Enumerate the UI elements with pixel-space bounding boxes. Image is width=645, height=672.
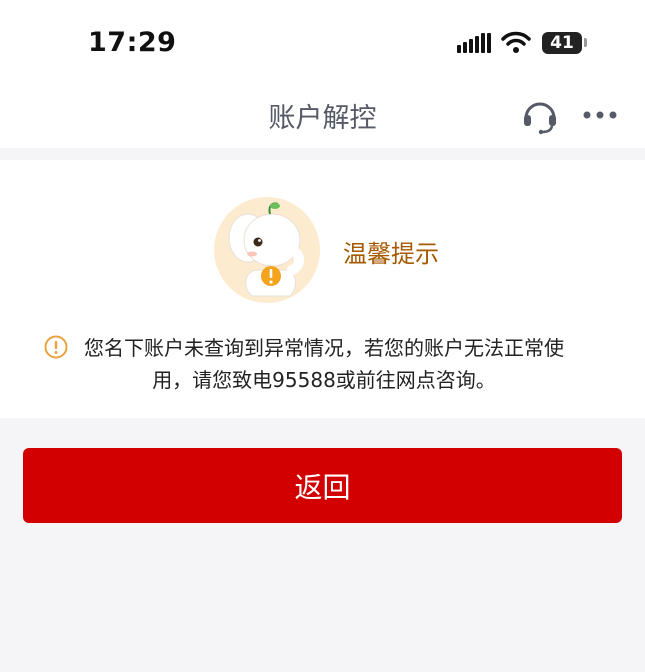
status-bar: 17:29 41 <box>0 0 645 88</box>
tip-message-line-2: 用，请您致电95588或前往网点咨询。 <box>152 368 496 392</box>
nav-bar: 账户解控 <box>0 88 645 148</box>
return-button[interactable]: 返回 <box>23 448 622 523</box>
status-time: 17:29 <box>88 27 177 58</box>
cellular-signal-icon <box>457 33 491 53</box>
tip-message: 您名下账户未查询到异常情况，若您的账户无法正常使 用，请您致电95588或前往网… <box>84 332 594 396</box>
battery-cap <box>584 38 587 47</box>
more-icon[interactable] <box>582 110 618 120</box>
headset-icon[interactable] <box>520 96 560 136</box>
wifi-icon <box>501 31 531 53</box>
notice-card: 温馨提示 您名下账户未查询到异常情况，若您的账户无法正常使 用，请您致电9558… <box>0 160 645 418</box>
tip-message-line-1: 您名下账户未查询到异常情况，若您的账户无法正常使 <box>84 336 564 360</box>
battery-indicator: 41 <box>542 32 582 54</box>
elephant-mascot-icon <box>214 197 320 303</box>
warning-icon <box>44 335 68 359</box>
tip-title: 温馨提示 <box>343 240 439 268</box>
